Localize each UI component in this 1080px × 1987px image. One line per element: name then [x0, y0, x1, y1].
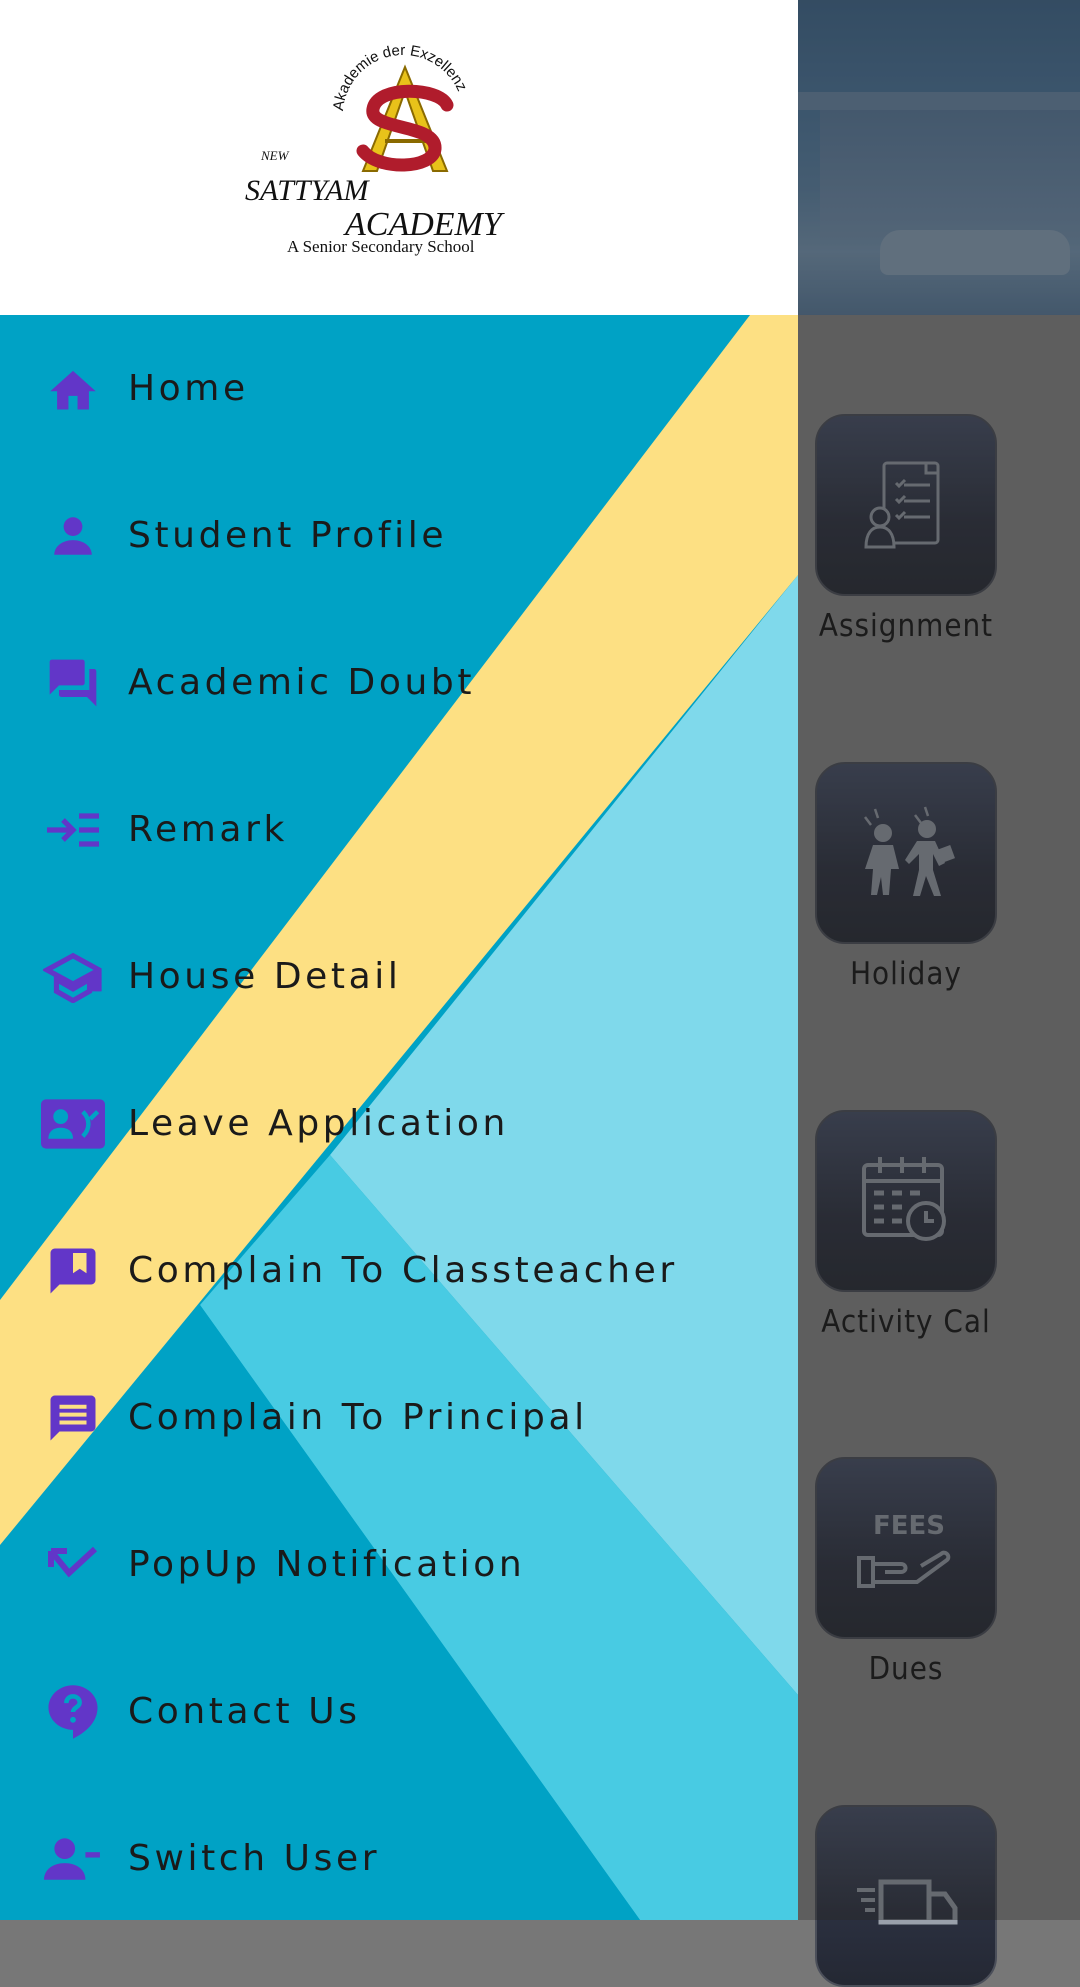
- menu-item-complain-classteacher[interactable]: Complain To Classteacher: [0, 1197, 798, 1344]
- menu-item-student-profile[interactable]: Student Profile: [0, 462, 798, 609]
- navigation-drawer: Akademie der Exzellenz NEW SATTYAM ACADE…: [0, 0, 798, 1920]
- contact-phone-icon: [40, 1091, 106, 1157]
- menu-item-switch-user[interactable]: Switch User: [0, 1785, 798, 1920]
- menu-item-label: Leave Application: [128, 1103, 509, 1144]
- menu-item-academic-doubt[interactable]: Academic Doubt: [0, 609, 798, 756]
- menu-item-label: House Detail: [128, 956, 402, 997]
- menu-item-label: Complain To Classteacher: [128, 1250, 678, 1291]
- menu-item-label: PopUp Notification: [128, 1544, 526, 1585]
- person-remove-icon: [40, 1826, 106, 1892]
- menu-item-complain-principal[interactable]: Complain To Principal: [0, 1344, 798, 1491]
- menu-item-contact-us[interactable]: Contact Us: [0, 1638, 798, 1785]
- menu-item-label: Complain To Principal: [128, 1397, 588, 1438]
- home-icon: [40, 356, 106, 422]
- menu-item-label: Student Profile: [128, 515, 448, 556]
- forum-icon: [40, 650, 106, 716]
- menu-item-label: Switch User: [128, 1838, 381, 1879]
- callmade-icon: [40, 1532, 106, 1598]
- person-icon: [40, 503, 106, 569]
- svg-text:A Senior Secondary School: A Senior Secondary School: [287, 237, 475, 256]
- menu-item-home[interactable]: Home: [0, 315, 798, 462]
- menu-item-label: Academic Doubt: [128, 662, 476, 703]
- menu-item-label: Remark: [128, 809, 288, 850]
- menu-item-popup-notification[interactable]: PopUp Notification: [0, 1491, 798, 1638]
- menu-item-house-detail[interactable]: House Detail: [0, 903, 798, 1050]
- menu-item-label: Home: [128, 368, 249, 409]
- menu-item-label: Contact Us: [128, 1691, 361, 1732]
- chat-lines-icon: [40, 1385, 106, 1451]
- menu-item-remark[interactable]: Remark: [0, 756, 798, 903]
- bookmark-chat-icon: [40, 1238, 106, 1304]
- svg-text:NEW: NEW: [260, 148, 290, 163]
- menu-item-leave-application[interactable]: Leave Application: [0, 1050, 798, 1197]
- arrow-list-icon: [40, 797, 106, 863]
- school-logo: Akademie der Exzellenz NEW SATTYAM ACADE…: [245, 45, 505, 256]
- svg-text:SATTYAM: SATTYAM: [245, 174, 370, 207]
- help-bubble-icon: [40, 1679, 106, 1745]
- school-cap-icon: [40, 944, 106, 1010]
- drawer-header: Akademie der Exzellenz NEW SATTYAM ACADE…: [0, 0, 798, 315]
